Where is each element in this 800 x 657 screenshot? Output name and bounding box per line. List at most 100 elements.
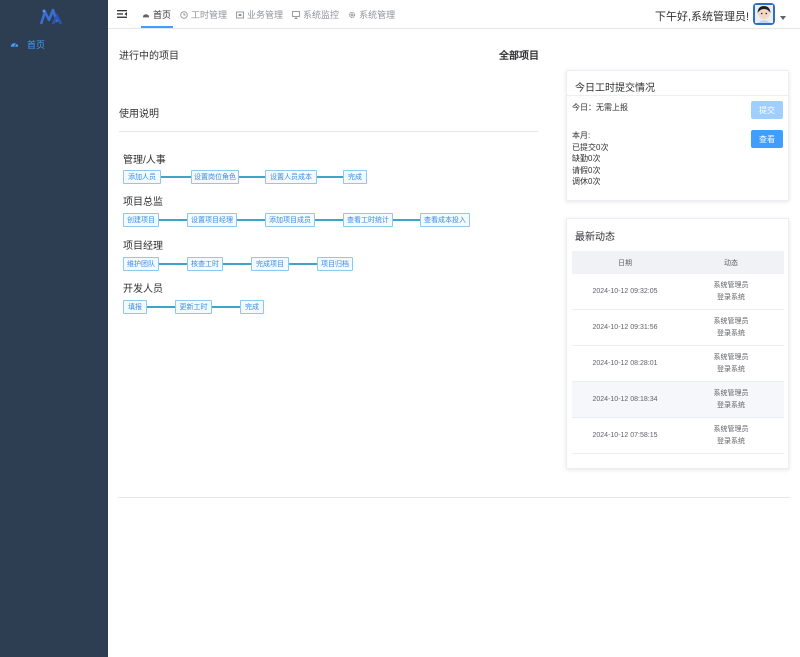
row-date: 2024-10-12 09:31:56 [592, 324, 658, 331]
view-button[interactable]: 查看 [751, 130, 783, 148]
step-maintain-team[interactable]: 维护团队 [123, 257, 159, 271]
briefcase-icon [236, 11, 244, 19]
all-projects-link[interactable]: 全部项目 [499, 47, 539, 62]
nav-item-label: 系统管理 [359, 10, 396, 20]
flow-pm: 维护团队 核查工时 完成项目 项目归档 [123, 257, 354, 271]
step-view-hours[interactable]: 查看工时统计 [343, 213, 393, 227]
connector-line [393, 219, 420, 221]
today-status: 今日：无需上报 [572, 103, 628, 112]
row-activity: 系统管理员 登录系统 [678, 274, 784, 309]
step-set-pm[interactable]: 设置项目经理 [187, 213, 237, 227]
row-user: 系统管理员 [713, 389, 749, 397]
row-action: 登录系统 [717, 401, 745, 409]
table-row[interactable]: 2024-10-12 08:18:34 系统管理员登录系统 [572, 382, 784, 418]
clock-icon [180, 10, 188, 19]
step-fill[interactable]: 填报 [123, 300, 147, 314]
nav-item-label: 工时管理 [191, 10, 228, 20]
sidebar-item-home[interactable]: 首页 [0, 34, 108, 54]
row-action: 登录系统 [717, 437, 745, 445]
gear-icon [348, 11, 356, 19]
table-row[interactable]: 2024-10-12 08:28:01 系统管理员 登录系统 [572, 346, 784, 382]
activity-table: 日期 动态 2024-10-12 09:32:05 系统管理员 登录系统 2024… [572, 251, 784, 454]
divider [118, 497, 790, 498]
step-done[interactable]: 完成 [240, 300, 264, 314]
connector-line [315, 219, 343, 221]
connector-line [147, 306, 175, 308]
row-date: 2024-10-12 08:18:34 [592, 396, 658, 403]
step-add-staff[interactable]: 添加人员 [123, 170, 161, 184]
card-title: 今日工时提交情况 [575, 83, 655, 94]
row-date: 2024-10-12 09:32:05 [592, 288, 658, 295]
submitted-count: 已提交0次 [572, 142, 609, 152]
table-row[interactable]: 2024-10-12 07:58:15 系统管理员登录系统 [572, 418, 784, 454]
table-row[interactable]: 2024-10-12 09:31:56 系统管理员登录系统 [572, 310, 784, 346]
connector-line [159, 263, 187, 265]
connector-line [289, 263, 317, 265]
step-view-cost[interactable]: 查看成本投入 [420, 213, 470, 227]
connector-line [161, 176, 191, 178]
row-activity: 系统管理员 登录系统 [678, 310, 784, 345]
nav-item-label: 业务管理 [247, 10, 284, 20]
nav-item-home[interactable]: 首页 [141, 0, 179, 29]
monitor-icon [292, 10, 300, 19]
step-update-hours[interactable]: 更新工时 [175, 300, 212, 314]
table-row[interactable]: 2024-10-12 09:32:05 系统管理员 登录系统 [572, 274, 784, 310]
step-add-members[interactable]: 添加项目成员 [265, 213, 315, 227]
nav-item-system[interactable]: 系统管理 [347, 0, 403, 29]
group-title-director: 项目总监 [123, 197, 163, 208]
avatar[interactable] [753, 3, 775, 25]
nav-item-timesheet[interactable]: 工时管理 [179, 0, 235, 29]
row-action: 登录系统 [717, 365, 745, 373]
row-action: 登录系统 [717, 293, 745, 301]
hamburger-icon[interactable] [117, 9, 127, 19]
row-activity: 系统管理员 登录系统 [678, 382, 784, 417]
sidebar: 首页 [0, 0, 108, 657]
step-set-cost[interactable]: 设置人员成本 [265, 170, 317, 184]
divider [567, 95, 788, 96]
step-set-role[interactable]: 设置岗位角色 [191, 170, 239, 184]
row-date: 2024-10-12 07:58:15 [592, 432, 658, 439]
nav-item-monitor[interactable]: 系统监控 [291, 0, 347, 29]
connector-line [212, 306, 240, 308]
absent-count: 缺勤0次 [572, 154, 601, 163]
dashboard-icon [142, 11, 150, 19]
nav-item-business[interactable]: 业务管理 [235, 0, 291, 29]
step-finish-project[interactable]: 完成项目 [251, 257, 289, 271]
usage-title: 使用说明 [119, 109, 159, 120]
card-title: 最新动态 [575, 232, 615, 243]
dashboard-icon [10, 39, 20, 49]
column-header-date: 日期 [618, 259, 632, 267]
step-create-project[interactable]: 创建项目 [123, 213, 159, 227]
row-activity: 系统管理员 登录系统 [678, 346, 784, 381]
nav-item-label: 系统监控 [303, 10, 340, 20]
activity-card: 最新动态 日期 动态 2024-10-12 09:32:05 系统管理员 登录系统… [566, 218, 789, 469]
timesheet-card: 今日工时提交情况 今日：无需上报 提交 本月: 已提交0次 缺勤0次 请假0次 … [566, 70, 789, 201]
divider [119, 131, 538, 132]
step-check-hours[interactable]: 核查工时 [187, 257, 223, 271]
cat-logo-icon [39, 8, 63, 25]
leave-count: 请假0次 [572, 165, 601, 175]
row-action: 登录系统 [717, 329, 745, 337]
table-header: 日期 动态 [572, 251, 784, 274]
greeting-text: 下午好,系统管理员! [655, 11, 750, 23]
connector-line [159, 219, 187, 221]
row-date: 2024-10-12 08:28:01 [592, 360, 658, 367]
step-done[interactable]: 完成 [343, 170, 367, 184]
top-menu: 首页 工时管理 业务管理 系统监控 系统管理 [141, 0, 403, 29]
step-archive[interactable]: 项目归档 [317, 257, 353, 271]
ongoing-projects-title: 进行中的项目 [119, 51, 179, 62]
column-header-activity: 动态 [724, 259, 738, 267]
nav-item-label: 首页 [153, 10, 172, 20]
connector-line [223, 263, 251, 265]
top-navbar: 首页 工时管理 业务管理 系统监控 系统管理 下午好,系统管理员! [108, 0, 800, 29]
row-user: 系统管理员 [713, 425, 749, 433]
caret-down-icon[interactable] [780, 16, 786, 20]
group-title-hr: 管理/人事 [123, 155, 166, 166]
submit-button[interactable]: 提交 [751, 101, 783, 119]
month-label: 本月: [572, 131, 591, 140]
connector-line [239, 176, 265, 178]
flow-dev: 填报 更新工时 完成 [123, 300, 264, 314]
off-count: 调休0次 [572, 177, 601, 186]
row-user: 系统管理员 [713, 317, 749, 325]
connector-line [237, 219, 265, 221]
